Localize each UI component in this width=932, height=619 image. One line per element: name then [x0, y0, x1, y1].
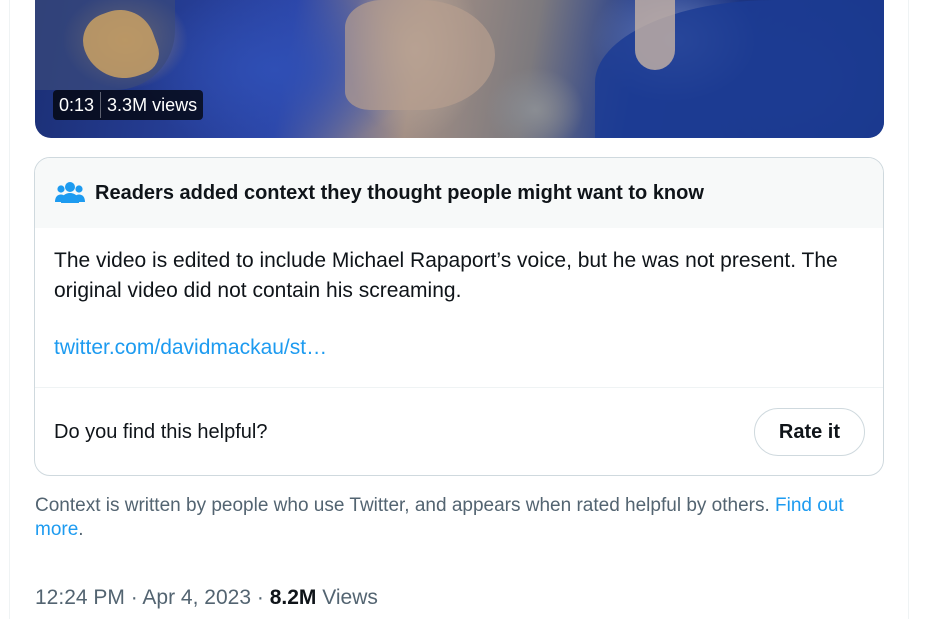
video-badges: 0:13 3.3M views — [53, 90, 204, 120]
context-period: . — [78, 519, 84, 540]
tweet-views-label: Views — [322, 586, 378, 609]
community-note: Readers added context they thought peopl… — [34, 157, 884, 476]
note-header-title: Readers added context they thought peopl… — [95, 181, 704, 204]
meta-separator: · — [130, 586, 138, 609]
tweet-views-count: 8.2M — [269, 586, 317, 609]
tweet-time: 12:24 PM — [35, 586, 125, 609]
context-disclaimer: Context is written by people who use Twi… — [35, 494, 885, 542]
note-source-link[interactable]: twitter.com/davidmackau/st… — [54, 336, 864, 360]
tweet-meta: 12:24 PM · Apr 4, 2023 · 8.2M Views — [35, 586, 378, 610]
tweet-date: Apr 4, 2023 — [142, 586, 252, 609]
tweet-timestamp-link[interactable]: 12:24 PM · Apr 4, 2023 — [35, 586, 251, 609]
video-frame-shape — [345, 0, 495, 110]
rate-it-button[interactable]: Rate it — [753, 408, 865, 456]
note-body: The video is edited to include Michael R… — [35, 228, 883, 388]
context-text: Context is written by people who use Twi… — [35, 495, 770, 516]
tweet-video[interactable]: 0:13 3.3M views — [35, 0, 884, 138]
meta-separator: · — [256, 586, 264, 609]
note-text: The video is edited to include Michael R… — [54, 249, 838, 302]
note-header: Readers added context they thought peopl… — [35, 158, 883, 228]
video-view-count: 3.3M views — [107, 95, 198, 115]
note-footer: Do you find this helpful? Rate it — [35, 388, 883, 475]
helpful-question: Do you find this helpful? — [54, 420, 268, 443]
video-duration: 0:13 — [59, 95, 95, 115]
video-frame-shape — [635, 0, 675, 70]
people-icon — [55, 180, 85, 206]
